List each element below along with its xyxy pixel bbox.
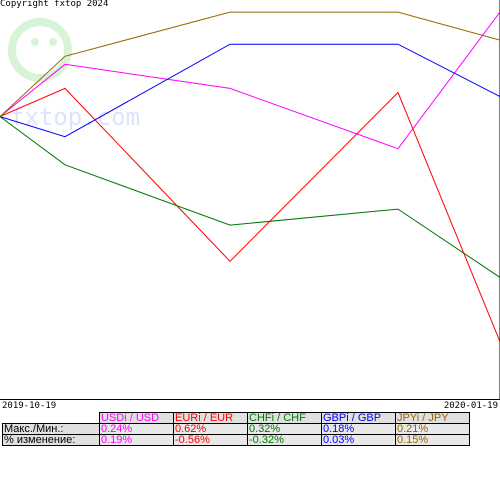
header-eur: EURi / EUR	[173, 412, 248, 424]
x-axis-end-label: 2020-01-19	[443, 401, 498, 411]
line-chart: fxtop.com	[0, 0, 500, 400]
change-chf: -0.32%	[247, 434, 322, 446]
table-corner	[3, 413, 100, 424]
chart-area: fxtop.com	[0, 0, 500, 400]
series-layer	[0, 11, 500, 342]
logo-eye-left	[31, 38, 39, 46]
header-chf: CHFi / CHF	[247, 412, 322, 424]
row-label-change: % изменение:	[2, 434, 100, 446]
maxmin-gbp: 0.18%	[321, 423, 396, 435]
logo-eye-right	[49, 38, 57, 46]
change-jpy: 0.15%	[395, 434, 470, 446]
maxmin-jpy: 0.21%	[395, 423, 470, 435]
table-row-maxmin: Макс./Мин.: 0.24% 0.62% 0.32% 0.18% 0.21…	[2, 423, 470, 435]
series-line-jpy	[0, 11, 500, 117]
logo-ring	[8, 18, 72, 82]
summary-table: USDi / USD EURi / EUR CHFi / CHF GBPi / …	[2, 412, 470, 446]
watermark-text: fxtop.com	[10, 103, 140, 131]
change-eur: -0.56%	[173, 434, 248, 446]
maxmin-eur: 0.62%	[173, 423, 248, 435]
change-usd: 0.19%	[99, 434, 174, 446]
maxmin-chf: 0.32%	[247, 423, 322, 435]
header-gbp: GBPi / GBP	[321, 412, 396, 424]
maxmin-usd: 0.24%	[99, 423, 174, 435]
series-line-chf	[0, 116, 500, 278]
watermark-logo: fxtop.com	[8, 18, 140, 131]
x-axis-start-label: 2019-10-19	[2, 401, 57, 411]
row-label-maxmin: Макс./Мин.:	[2, 423, 100, 435]
table-row-change: % изменение: 0.19% -0.56% -0.32% 0.03% 0…	[2, 434, 470, 446]
header-usd: USDi / USD	[99, 412, 174, 424]
change-gbp: 0.03%	[321, 434, 396, 446]
table-header-row: USDi / USD EURi / EUR CHFi / CHF GBPi / …	[3, 412, 470, 424]
header-jpy: JPYi / JPY	[395, 412, 470, 424]
